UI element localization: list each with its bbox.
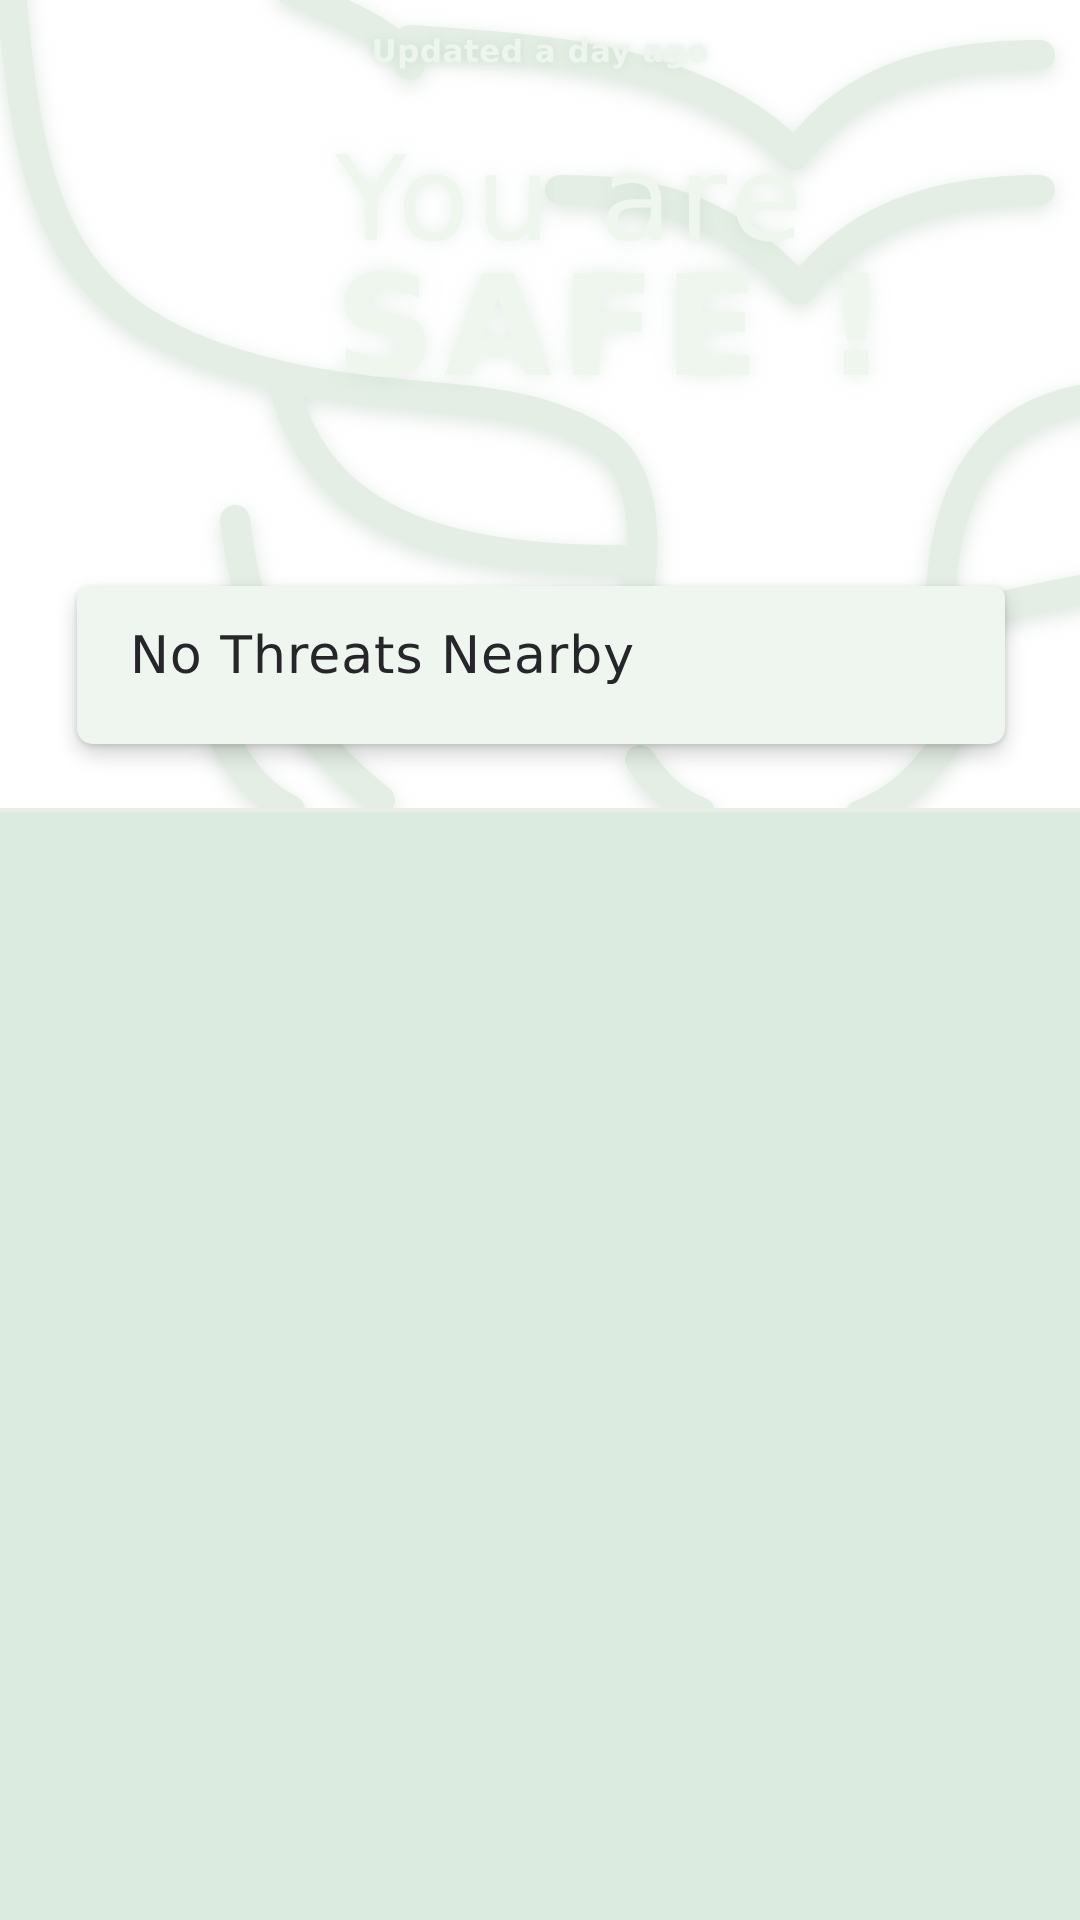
lower-panel <box>0 812 1080 1920</box>
threat-status-card[interactable]: No Threats Nearby <box>77 586 1005 744</box>
last-updated-text: Updated a day ago <box>371 34 709 70</box>
safety-heading-line2: SAFE ! <box>335 246 897 409</box>
threat-status-label: No Threats Nearby <box>130 626 635 686</box>
safety-heading-line1: You are <box>335 130 809 268</box>
hero-section: Updated a day ago You are SAFE ! No Thre… <box>0 0 1080 808</box>
